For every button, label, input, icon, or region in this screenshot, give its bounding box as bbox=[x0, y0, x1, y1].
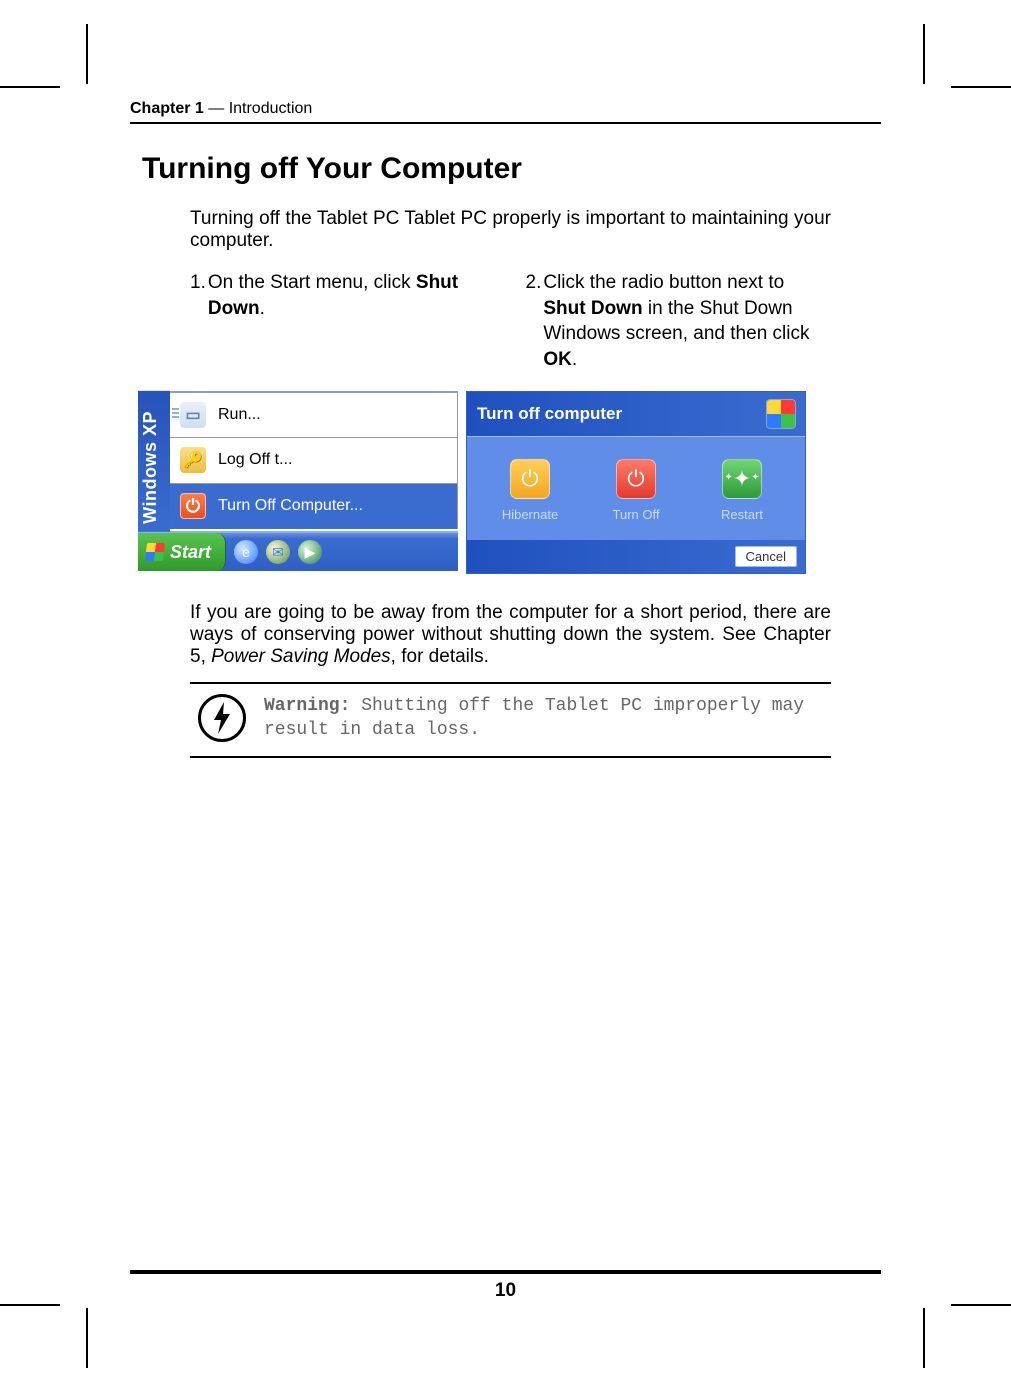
step-text: On the Start menu, click Shut Down. bbox=[208, 270, 496, 373]
running-header: Chapter 1 — Introduction bbox=[130, 100, 881, 124]
chapter-name: Introduction bbox=[229, 100, 313, 117]
warning-text: Warning: Shutting off the Tablet PC impr… bbox=[264, 694, 831, 743]
dialog-titlebar: Turn off computer bbox=[467, 392, 805, 437]
step-number: 1. bbox=[190, 270, 206, 373]
menu-item-run[interactable]: ▭ Run... bbox=[170, 391, 458, 437]
windows-xp-strip: Windows XP bbox=[138, 391, 170, 532]
screenshot-row: Windows XP ▭ Run... 🔑 Log Off t... ⏻ Tu bbox=[138, 391, 831, 574]
menu-item-label: Log Off t... bbox=[218, 451, 292, 469]
power-icon: ⏻ bbox=[180, 493, 206, 519]
turnoff-icon: ⏻ bbox=[616, 459, 656, 499]
steps-row: 1. On the Start menu, click Shut Down. 2… bbox=[190, 270, 831, 373]
lightning-icon bbox=[198, 694, 246, 742]
windows-flag-icon bbox=[767, 400, 795, 428]
page-footer: 10 bbox=[130, 1270, 881, 1302]
windows-flag-icon bbox=[145, 543, 165, 561]
start-menu-screenshot: Windows XP ▭ Run... 🔑 Log Off t... ⏻ Tu bbox=[138, 391, 458, 574]
run-icon: ▭ bbox=[180, 402, 206, 428]
taskbar: Start e ✉ ▶ bbox=[138, 531, 458, 571]
menu-item-logoff[interactable]: 🔑 Log Off t... bbox=[170, 437, 458, 483]
option-restart[interactable]: ✦ Restart bbox=[697, 459, 787, 522]
menu-item-label: Turn Off Computer... bbox=[218, 497, 363, 515]
dialog-title: Turn off computer bbox=[477, 404, 622, 424]
option-label: Restart bbox=[697, 507, 787, 522]
step-2: 2. Click the radio button next to Shut D… bbox=[526, 270, 832, 373]
option-label: Turn Off bbox=[591, 507, 681, 522]
start-label: Start bbox=[170, 542, 211, 563]
step-1: 1. On the Start menu, click Shut Down. bbox=[190, 270, 496, 373]
intro-paragraph: Turning off the Tablet PC Tablet PC prop… bbox=[190, 208, 831, 252]
page-number: 10 bbox=[495, 1280, 516, 1301]
step-text: Click the radio button next to Shut Down… bbox=[543, 270, 831, 373]
logoff-icon: 🔑 bbox=[180, 447, 206, 473]
chapter-sep: — bbox=[204, 100, 229, 117]
media-player-icon[interactable]: ▶ bbox=[298, 540, 322, 564]
step-number: 2. bbox=[526, 270, 542, 373]
document-page: Chapter 1 — Introduction Turning off You… bbox=[0, 0, 1011, 1392]
option-turnoff[interactable]: ⏻ Turn Off bbox=[591, 459, 681, 522]
outlook-icon[interactable]: ✉ bbox=[266, 540, 290, 564]
section-title: Turning off Your Computer bbox=[142, 152, 881, 186]
warning-block: Warning: Shutting off the Tablet PC impr… bbox=[190, 682, 831, 759]
option-hibernate[interactable]: ⏻ Hibernate bbox=[485, 459, 575, 522]
start-button[interactable]: Start bbox=[138, 533, 226, 571]
restart-icon: ✦ bbox=[722, 459, 762, 499]
ie-icon[interactable]: e bbox=[234, 540, 258, 564]
warning-label: Warning: bbox=[264, 696, 350, 716]
menu-item-turnoff[interactable]: ⏻ Turn Off Computer... bbox=[170, 483, 458, 529]
cancel-button[interactable]: Cancel bbox=[735, 546, 797, 567]
menu-item-label: Run... bbox=[218, 406, 261, 424]
turn-off-dialog-screenshot: Turn off computer ⏻ Hibernate ⏻ Turn Off… bbox=[466, 391, 806, 574]
option-label: Hibernate bbox=[485, 507, 575, 522]
chapter-label: Chapter 1 bbox=[130, 100, 204, 117]
post-paragraph: If you are going to be away from the com… bbox=[190, 602, 831, 668]
hibernate-icon: ⏻ bbox=[510, 459, 550, 499]
